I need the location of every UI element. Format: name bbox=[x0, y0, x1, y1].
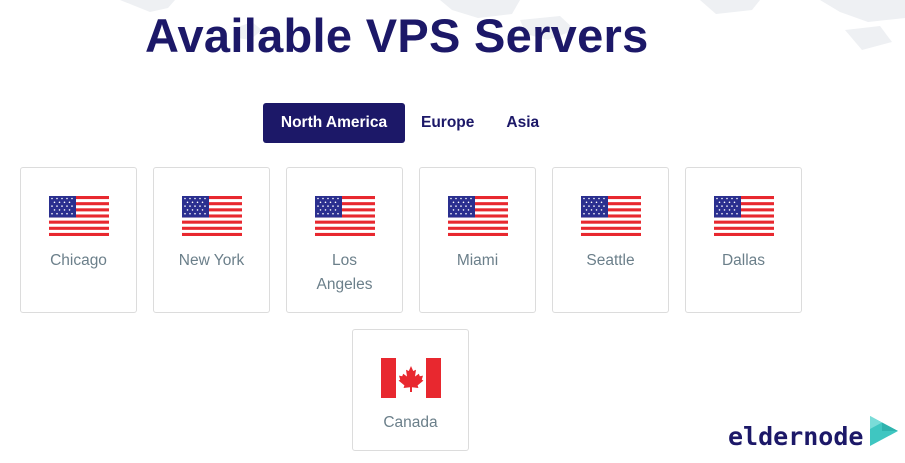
usa-flag-icon bbox=[49, 196, 109, 236]
tab-europe[interactable]: Europe bbox=[421, 103, 474, 143]
location-card-seattle[interactable]: Seattle bbox=[552, 167, 669, 313]
location-card-chicago[interactable]: Chicago bbox=[20, 167, 137, 313]
usa-flag-icon bbox=[714, 196, 774, 236]
usa-flag-icon bbox=[581, 196, 641, 236]
usa-flag-icon bbox=[182, 196, 242, 236]
usa-flag-icon bbox=[448, 196, 508, 236]
location-city: Canada bbox=[383, 414, 438, 431]
location-city: Seattle bbox=[586, 252, 635, 269]
location-card-miami[interactable]: Miami bbox=[419, 167, 536, 313]
canada-flag-icon bbox=[380, 358, 441, 398]
tab-north-america[interactable]: North America bbox=[263, 103, 405, 143]
region-tabs: North America Europe Asia bbox=[263, 103, 539, 143]
eldernode-logo: eldernode bbox=[728, 410, 903, 460]
location-card-dallas[interactable]: Dallas bbox=[685, 167, 802, 313]
location-city: Dallas bbox=[721, 252, 766, 269]
location-city: Miami bbox=[456, 252, 499, 269]
location-card-new-york[interactable]: New York bbox=[153, 167, 270, 313]
location-card-canada[interactable]: Canada bbox=[352, 329, 469, 451]
tab-asia[interactable]: Asia bbox=[506, 103, 539, 143]
location-city: Chicago bbox=[50, 252, 107, 269]
usa-flag-icon bbox=[315, 196, 375, 236]
play-triangle-icon bbox=[870, 416, 898, 446]
location-city: Los Angeles bbox=[316, 252, 373, 293]
location-card-los-angeles[interactable]: Los Angeles bbox=[286, 167, 403, 313]
logo-text: eldernode bbox=[728, 422, 864, 451]
page-title: Available VPS Servers bbox=[145, 9, 649, 62]
location-city: New York bbox=[178, 252, 245, 269]
